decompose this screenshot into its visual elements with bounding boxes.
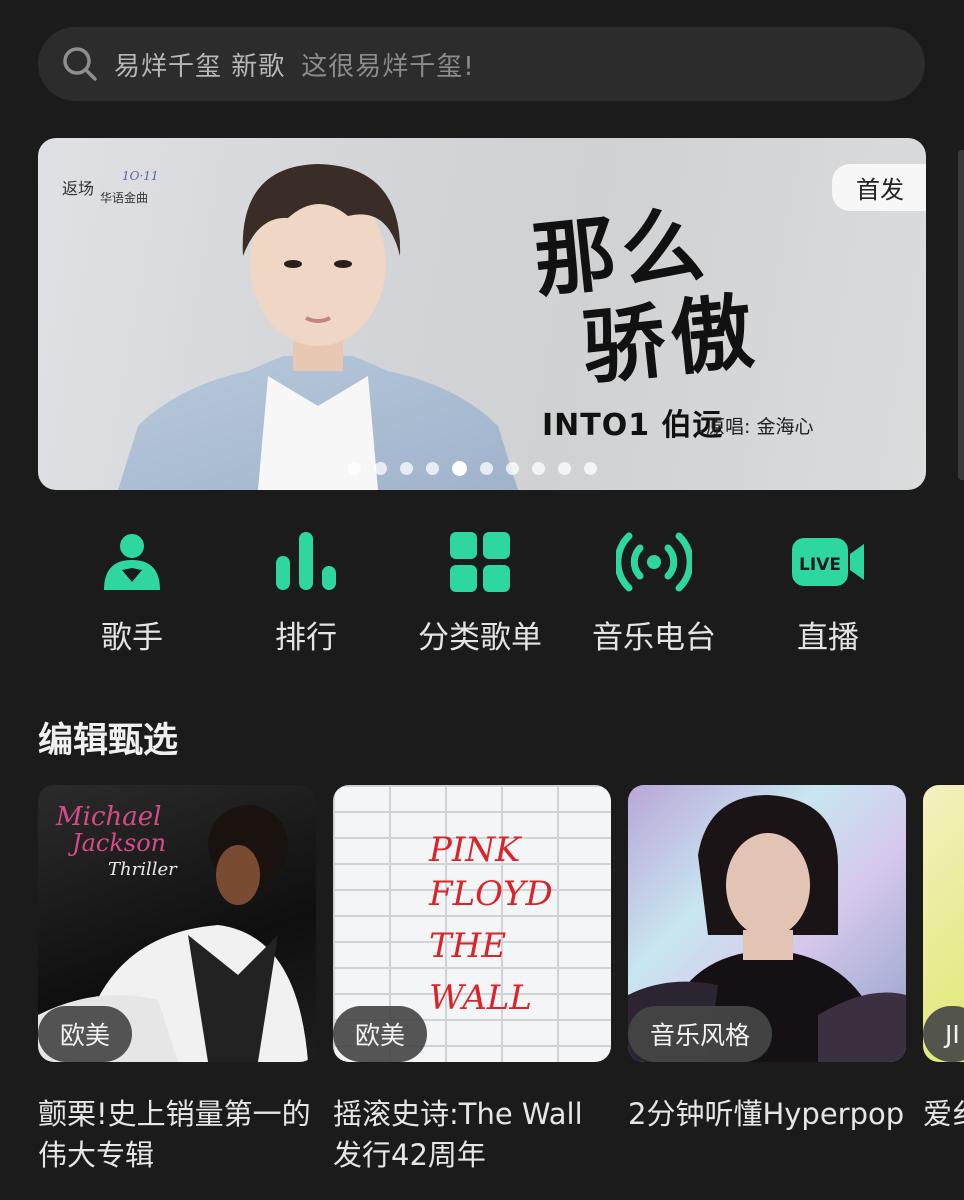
- genre-badge: 欧美: [38, 1006, 133, 1062]
- card-caption: 2分钟听懂Hyperpop: [628, 1097, 905, 1131]
- banner-original-singer: 原唱: 金海心: [706, 416, 814, 438]
- nav-live[interactable]: LIVE 直播: [738, 530, 918, 657]
- carousel-dot-active: [452, 461, 467, 476]
- svg-text:WALL: WALL: [429, 978, 532, 1018]
- playlist-card[interactable]: JI 爱纟: [923, 785, 964, 1135]
- radio-icon: [616, 532, 692, 592]
- chart-icon: [276, 532, 336, 590]
- premiere-badge: 首发: [832, 164, 926, 211]
- carousel-dot: [506, 462, 519, 475]
- nav-label: 排行: [275, 620, 337, 656]
- search-query: 易烊千玺 新歌: [114, 51, 286, 82]
- svg-text:Jackson: Jackson: [67, 829, 166, 857]
- carousel-dot: [348, 462, 361, 475]
- carousel-dot: [374, 462, 387, 475]
- playlist-card[interactable]: 音乐风格 2分钟听懂Hyperpop: [628, 785, 906, 1135]
- svg-text:THE: THE: [429, 926, 506, 966]
- nav-label: 音乐电台: [592, 620, 716, 656]
- singer-icon: [104, 534, 160, 590]
- banner-artist: INTO1 伯远: [542, 408, 724, 443]
- search-icon: [63, 47, 97, 81]
- carousel-dot: [558, 462, 571, 475]
- banner-song-title: 那么 骄傲: [528, 195, 764, 397]
- svg-text:PINK: PINK: [428, 830, 523, 870]
- card-caption: 爱纟: [923, 1097, 964, 1131]
- genre-badge: 欧美: [333, 1006, 428, 1062]
- artist-photo: [118, 164, 518, 490]
- section-title: 编辑甄选: [38, 721, 179, 761]
- svg-text:FLOYD: FLOYD: [428, 874, 553, 914]
- carousel-dot: [532, 462, 545, 475]
- quick-nav: 歌手 排行 分类歌单 音乐电台 LIVE 直播: [38, 530, 926, 660]
- live-icon: LIVE: [792, 538, 864, 586]
- svg-text:返场: 返场: [62, 179, 94, 198]
- album-cover: 音乐风格: [628, 785, 906, 1062]
- album-cover: Michael Jackson Thriller 欧美: [38, 785, 316, 1062]
- nav-category-playlists[interactable]: 分类歌单: [390, 530, 570, 657]
- carousel-dot: [426, 462, 439, 475]
- carousel-dot: [480, 462, 493, 475]
- playlist-card[interactable]: PINK FLOYD THE WALL 欧美 摇滚史诗:The Wall发行42…: [333, 785, 611, 1176]
- nav-label: 歌手: [101, 620, 163, 656]
- svg-text:Thriller: Thriller: [108, 859, 178, 880]
- album-cover: PINK FLOYD THE WALL 欧美: [333, 785, 611, 1062]
- carousel-dot: [400, 462, 413, 475]
- nav-music-radio[interactable]: 音乐电台: [564, 530, 744, 657]
- search-bar[interactable]: 易烊千玺 新歌 这很易烊千玺!: [38, 27, 925, 101]
- nav-label: 分类歌单: [418, 620, 542, 656]
- card-caption: 颤栗!史上销量第一的伟大专辑: [38, 1097, 311, 1172]
- nav-singers[interactable]: 歌手: [42, 530, 222, 657]
- playlist-card[interactable]: Michael Jackson Thriller 欧美 颤栗!史上销量第一的伟大…: [38, 785, 316, 1176]
- hero-banner[interactable]: 返场 华语金曲 1O·11 首发 那么 骄傲 INTO1 伯远 原唱: 金海心: [38, 138, 926, 490]
- album-cover: JI: [923, 785, 964, 1062]
- next-banner-peek: [958, 150, 964, 480]
- svg-text:Michael: Michael: [55, 802, 161, 832]
- genre-badge: JI: [923, 1006, 964, 1062]
- svg-text:LIVE: LIVE: [799, 555, 841, 575]
- card-caption: 摇滚史诗:The Wall发行42周年: [333, 1097, 583, 1172]
- genre-badge: 音乐风格: [628, 1006, 773, 1062]
- nav-label: 直播: [797, 620, 859, 656]
- category-icon: [450, 532, 510, 592]
- search-suggestion: 这很易烊千玺!: [301, 51, 475, 82]
- carousel-dot: [584, 462, 597, 475]
- nav-rankings[interactable]: 排行: [216, 530, 396, 657]
- carousel-indicator: [348, 461, 597, 476]
